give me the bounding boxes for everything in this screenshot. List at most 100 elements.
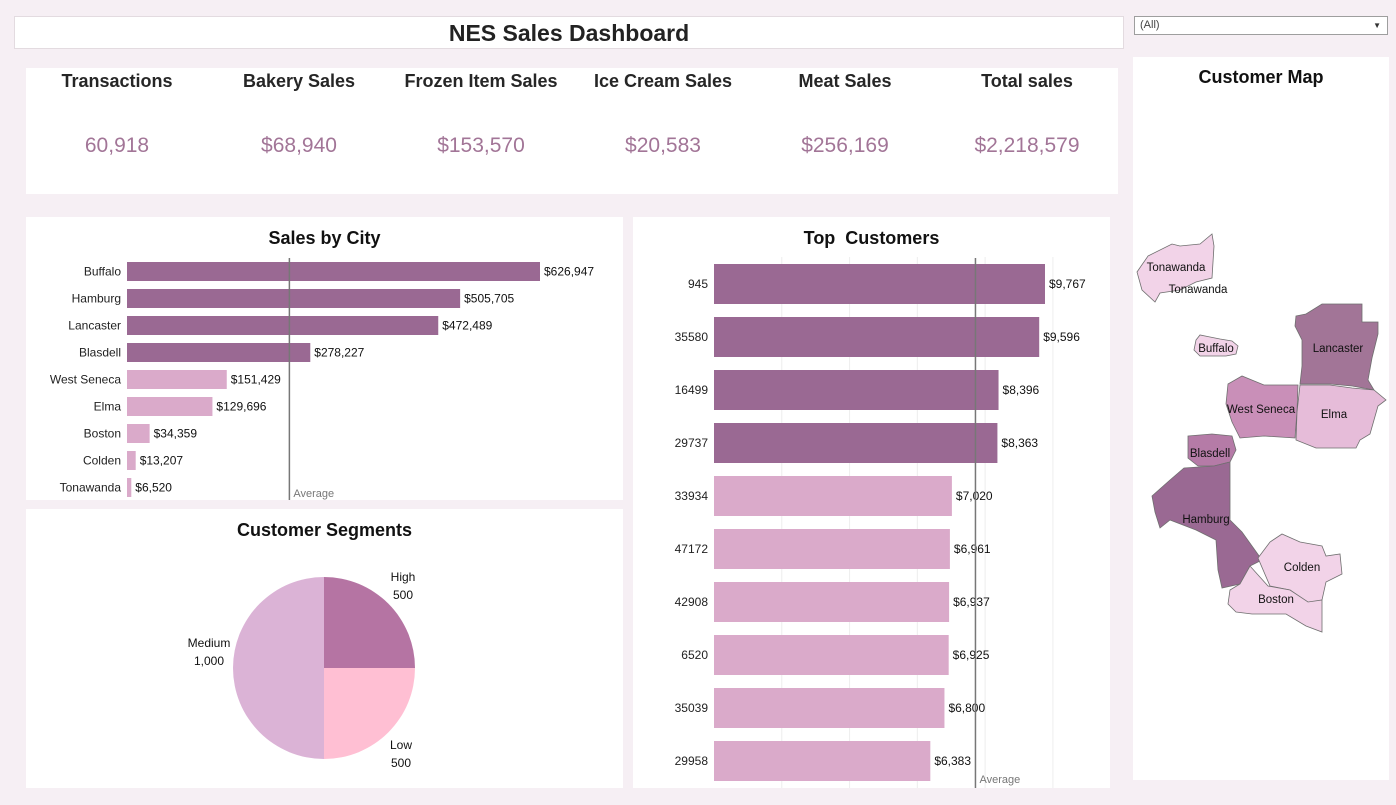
customer-map[interactable]: Tonawanda Tonawanda Buffalo Lancaster We… <box>1133 57 1389 780</box>
customer-category-label: 47172 <box>675 542 709 556</box>
pie-slice-value: 1,000 <box>194 654 224 668</box>
map-label-colden: Colden <box>1284 562 1320 574</box>
kpi-bakery-sales: Bakery Sales $68,940 <box>208 68 390 158</box>
city-bar[interactable] <box>127 478 132 497</box>
customer-data-label: $6,383 <box>934 754 971 768</box>
pie-slice-medium[interactable] <box>233 577 324 759</box>
kpi-label: Ice Cream Sales <box>593 71 733 91</box>
customer-data-label: $7,020 <box>956 489 993 503</box>
kpi-panel: Transactions 60,918 Bakery Sales $68,940… <box>26 68 1118 194</box>
city-category-label: Boston <box>84 427 121 441</box>
kpi-transactions: Transactions 60,918 <box>26 68 208 158</box>
city-bar[interactable] <box>127 262 540 281</box>
pie-slice-value: 500 <box>391 756 411 770</box>
city-bar[interactable] <box>127 289 461 308</box>
city-bar[interactable] <box>127 397 213 416</box>
pie-slice-label: High <box>391 570 416 584</box>
customer-bar[interactable] <box>714 741 931 781</box>
city-category-label: Lancaster <box>68 319 121 333</box>
kpi-value: 60,918 <box>84 134 150 157</box>
kpi-label: Transactions <box>61 71 173 91</box>
map-label-hamburg: Hamburg <box>1182 514 1229 526</box>
customer-category-label: 6520 <box>681 648 708 662</box>
kpi-value: $2,218,579 <box>974 134 1080 157</box>
customer-category-label: 33934 <box>675 489 709 503</box>
city-data-label: $278,227 <box>314 346 364 360</box>
chevron-down-icon: ▼ <box>1373 21 1381 30</box>
pie-slice-label: Low <box>390 738 412 752</box>
kpi-total-sales: Total sales $2,218,579 <box>936 68 1118 158</box>
map-label-lancaster: Lancaster <box>1313 343 1364 355</box>
city-category-label: Buffalo <box>84 265 121 279</box>
kpi-label: Bakery Sales <box>242 71 356 91</box>
kpi-label: Frozen Item Sales <box>404 71 558 91</box>
city-bar[interactable] <box>127 316 439 335</box>
city-data-label: $505,705 <box>464 292 514 306</box>
customer-data-label: $8,396 <box>1003 383 1040 397</box>
kpi-value: $153,570 <box>437 134 525 157</box>
customer-segments-pie: High 500 Low 500 Medium 1,000 <box>188 570 416 770</box>
customer-bar[interactable] <box>714 423 998 463</box>
top-customers-chart: 945 $9,767 35580 $9,596 16499 $8,396 29737 $8,3… <box>675 257 1086 788</box>
customer-bar[interactable] <box>714 529 950 569</box>
city-bar[interactable] <box>127 343 311 362</box>
map-label-boston: Boston <box>1258 594 1294 606</box>
kpi-value: $20,583 <box>625 134 701 157</box>
customer-category-label: 29737 <box>675 436 709 450</box>
customer-bar[interactable] <box>714 688 945 728</box>
customer-bar[interactable] <box>714 476 952 516</box>
top-customers-panel: Top Customers 945 $9,767 35580 $9,596 16499 $… <box>633 217 1110 788</box>
kpi-meat-sales: Meat Sales $256,169 <box>754 68 936 158</box>
customer-bar[interactable] <box>714 317 1040 357</box>
dashboard-title: NES Sales Dashboard <box>448 20 690 46</box>
city-category-label: Colden <box>83 454 121 468</box>
customer-map-panel: Customer Map Tonawanda Tonawanda Buffalo… <box>1133 57 1389 780</box>
map-label-buffalo: Buffalo <box>1198 343 1234 355</box>
customer-category-label: 29958 <box>675 754 709 768</box>
kpi-ice-cream-sales: Ice Cream Sales $20,583 <box>572 68 754 158</box>
customer-category-label: 35580 <box>675 330 709 344</box>
customer-data-label: $6,937 <box>953 595 990 609</box>
customer-data-label: $6,961 <box>954 542 991 556</box>
customer-category-label: 35039 <box>675 701 709 715</box>
customer-data-label: $6,800 <box>948 701 985 715</box>
city-data-label: $13,207 <box>140 454 184 468</box>
kpi-frozen-item-sales: Frozen Item Sales $153,570 <box>390 68 572 158</box>
map-label-tonawanda: Tonawanda <box>1169 284 1228 296</box>
kpi-value: $256,169 <box>801 134 889 157</box>
customer-category-label: 945 <box>688 277 708 291</box>
city-bar[interactable] <box>127 424 150 443</box>
city-data-label: $472,489 <box>442 319 492 333</box>
city-data-label: $129,696 <box>216 400 266 414</box>
customer-bar[interactable] <box>714 582 950 622</box>
city-bar[interactable] <box>127 451 136 470</box>
pie-slice-value: 500 <box>393 588 413 602</box>
customer-category-label: 16499 <box>675 383 709 397</box>
customer-average-label: Average <box>979 774 1020 786</box>
sales-by-city-panel: Sales by City Buffalo $626,947 Hamburg $505… <box>26 217 623 500</box>
city-data-label: $6,520 <box>135 481 172 495</box>
customer-bar[interactable] <box>714 264 1045 304</box>
sales-by-city-chart: Buffalo $626,947 Hamburg $505,705 Lancaster $… <box>50 258 594 500</box>
map-label-blasdell: Blasdell <box>1190 448 1230 460</box>
kpi-label: Total sales <box>981 71 1073 91</box>
customer-segments-panel: Customer Segments High 500 Low 500 Medium 1,0… <box>26 509 623 788</box>
customer-bar[interactable] <box>714 370 999 410</box>
map-label-west-seneca: West Seneca <box>1227 404 1296 416</box>
city-bar[interactable] <box>127 370 227 389</box>
city-category-label: Hamburg <box>72 292 121 306</box>
title-bar: NES Sales Dashboard <box>14 16 1124 49</box>
kpi-label: Meat Sales <box>798 71 892 91</box>
city-average-label: Average <box>293 488 334 500</box>
customer-category-label: 42908 <box>675 595 709 609</box>
customer-data-label: $9,767 <box>1049 277 1086 291</box>
customer-bar[interactable] <box>714 635 949 675</box>
city-category-label: Tonawanda <box>60 481 122 495</box>
filter-value: (All) <box>1140 19 1160 31</box>
city-category-label: Elma <box>94 400 122 414</box>
city-data-label: $34,359 <box>154 427 198 441</box>
customer-data-label: $8,363 <box>1001 436 1038 450</box>
filter-dropdown[interactable]: (All) ▼ <box>1134 16 1388 35</box>
map-label-elma: Elma <box>1321 409 1348 421</box>
city-data-label: $626,947 <box>544 265 594 279</box>
